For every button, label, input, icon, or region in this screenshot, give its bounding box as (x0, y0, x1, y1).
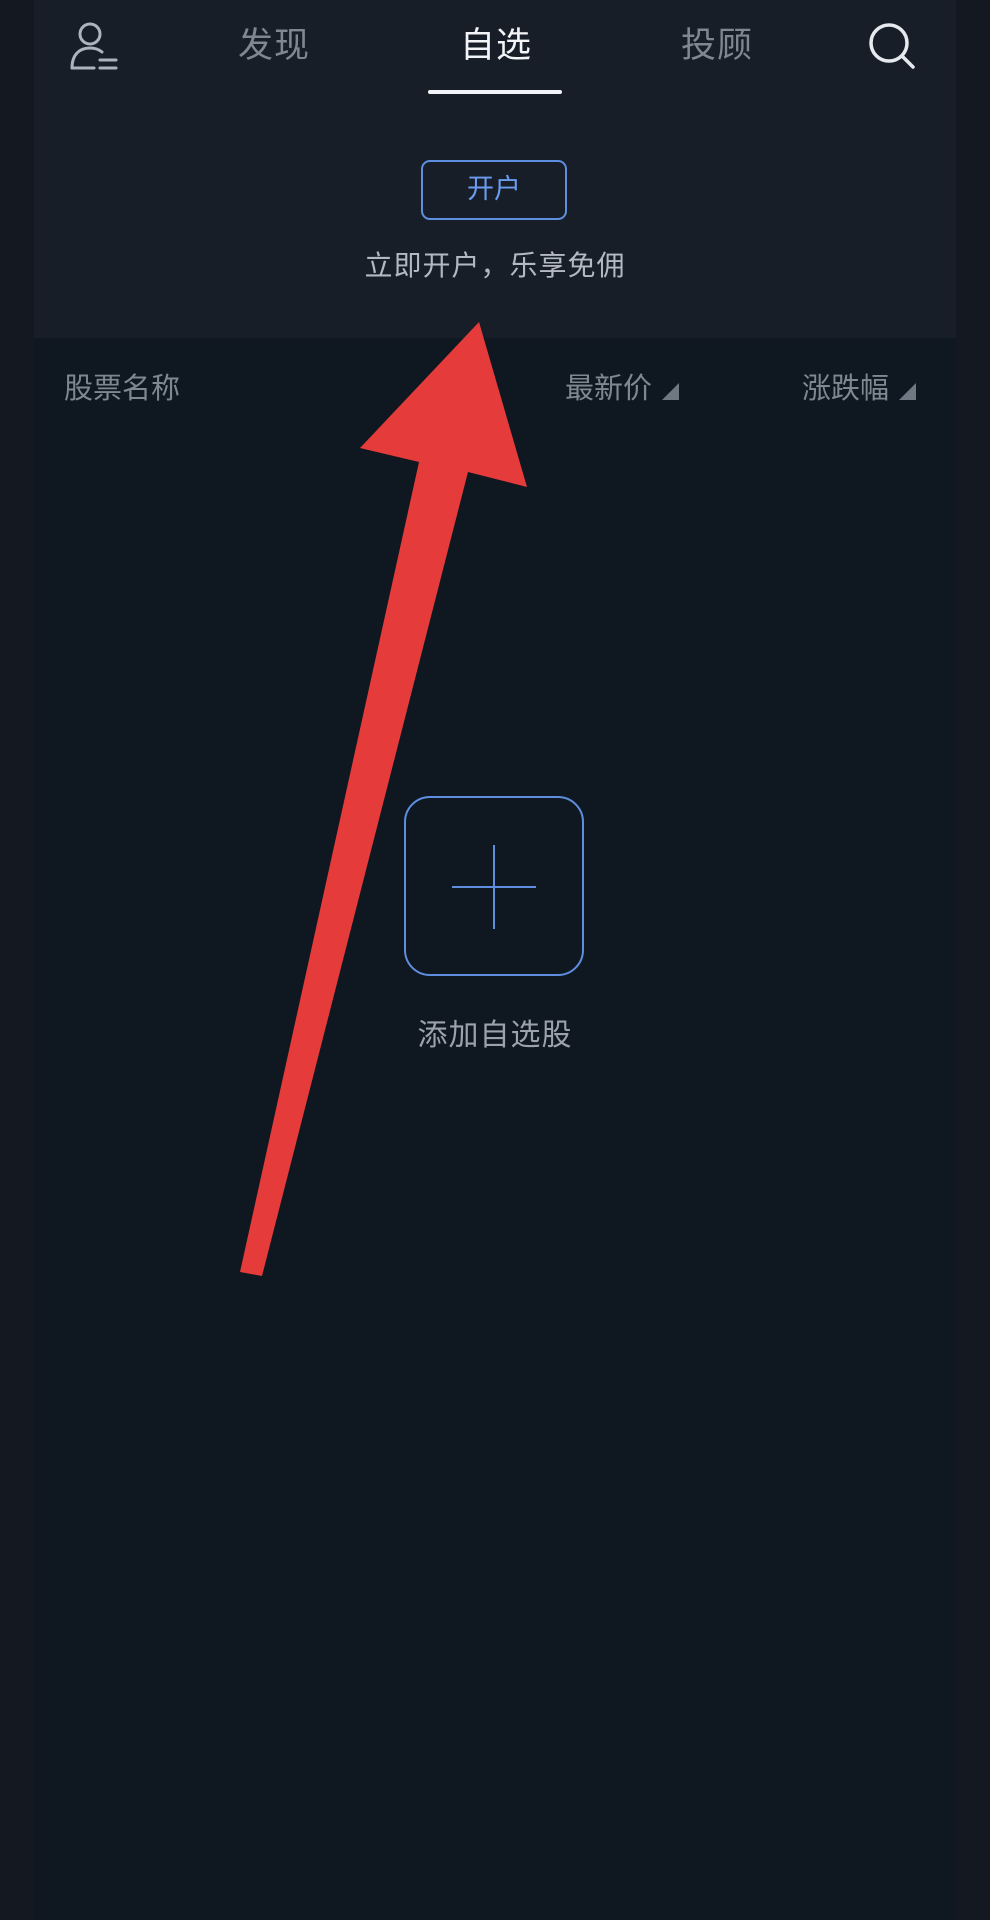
column-header-name: 股票名称 (64, 371, 181, 405)
watchlist-screen: 发现 自选 投顾 开户 立即开户，乐享免佣 股票名称 最新价 涨跌幅 添加自选股 (34, 0, 956, 1920)
open-account-button[interactable]: 开户 (421, 160, 567, 220)
add-stock-button[interactable] (404, 796, 584, 976)
tab-watchlist[interactable]: 自选 (460, 22, 532, 70)
sort-icon (662, 383, 680, 400)
add-stock-label: 添加自选股 (417, 1018, 573, 1053)
user-icon[interactable] (68, 18, 124, 74)
column-header-price-label: 最新价 (565, 371, 653, 405)
column-header-change-label: 涨跌幅 (802, 371, 890, 405)
search-icon[interactable] (866, 20, 918, 72)
tab-advisor[interactable]: 投顾 (681, 22, 753, 70)
tab-discover[interactable]: 发现 (238, 22, 310, 70)
sort-icon (899, 383, 917, 400)
header-panel: 发现 自选 投顾 开户 立即开户，乐享免佣 (34, 0, 956, 338)
promo-tagline: 立即开户，乐享免佣 (364, 249, 626, 282)
column-header-change[interactable]: 涨跌幅 (802, 368, 917, 408)
active-tab-indicator (428, 90, 562, 94)
column-header-price[interactable]: 最新价 (565, 368, 680, 408)
plus-icon-vertical (493, 845, 495, 929)
